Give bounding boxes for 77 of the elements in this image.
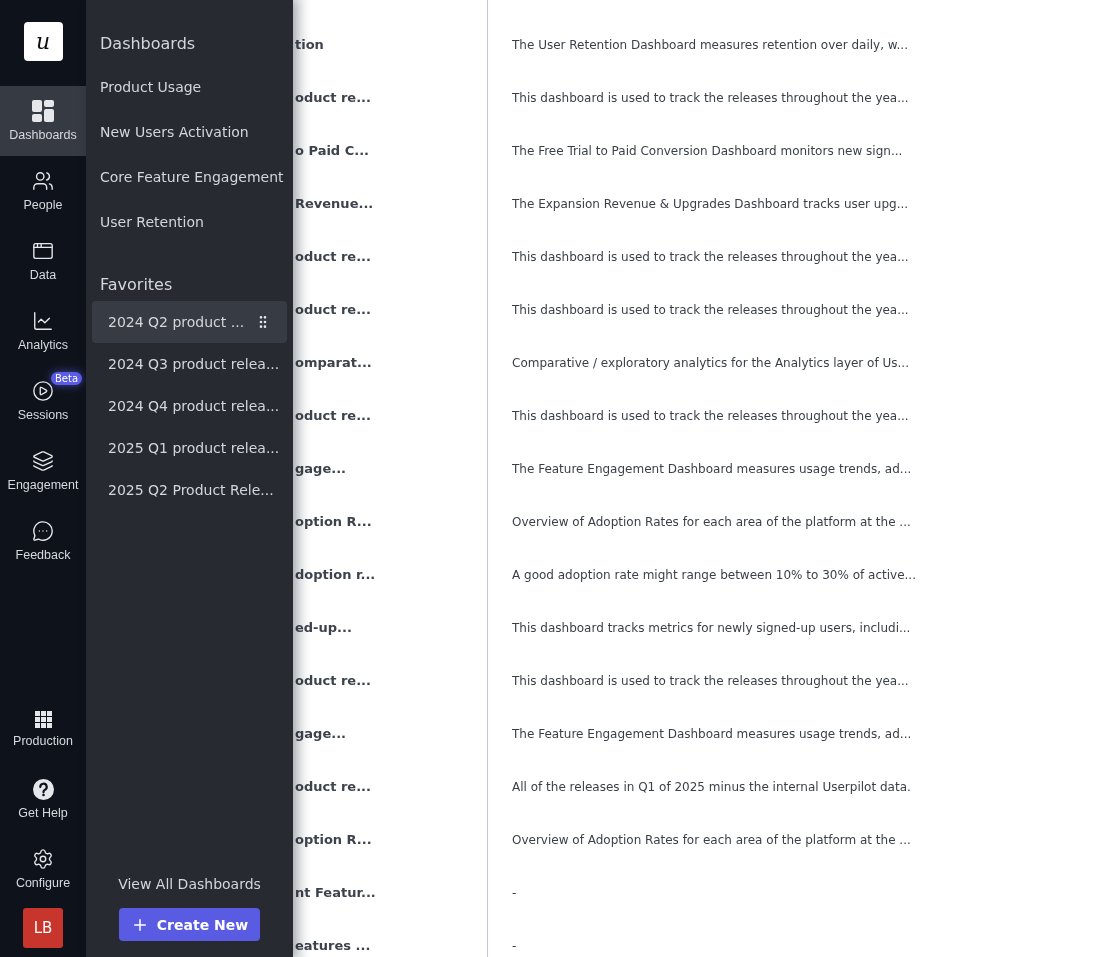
- nav-item[interactable]: Feedback: [0, 506, 86, 576]
- favorite-item[interactable]: 2025 Q1 product relea...: [92, 427, 287, 469]
- nav-item[interactable]: Production: [0, 694, 86, 764]
- table-cell-text: -: [512, 938, 518, 953]
- table-cell-text: tion: [294, 37, 325, 52]
- favorite-title: 2024 Q4 product relea...: [108, 398, 280, 414]
- table-cell-text: gage...: [294, 726, 348, 741]
- nav-item[interactable]: Data: [0, 226, 86, 296]
- table-cell-text: Revenue...: [294, 196, 375, 211]
- favorite-title: 2024 Q2 product ...: [108, 314, 245, 330]
- browser-window-icon: [32, 240, 54, 262]
- table-cell-text: -: [512, 885, 518, 900]
- dashboard-link[interactable]: Product Usage: [92, 65, 287, 110]
- table-cell-text: option R...: [294, 514, 373, 529]
- beta-badge: Beta: [51, 372, 83, 385]
- table-cell-text: oduct re...: [294, 249, 372, 264]
- table-cell-text: All of the releases in Q1 of 2025 minus the internal Userpilot data.: [512, 779, 912, 794]
- settings-icon: [32, 848, 54, 870]
- table-cell-text: option R...: [294, 832, 373, 847]
- line-chart-icon: [32, 310, 54, 332]
- table-cell-text: The Free Trial to Paid Conversion Dashboard monitors new sign...: [512, 143, 904, 158]
- dashboard-link[interactable]: Core Feature Engagement: [92, 155, 287, 200]
- table-cell-text: oduct re...: [294, 779, 372, 794]
- favorite-item[interactable]: 2024 Q3 product relea...: [92, 343, 287, 385]
- favorite-item[interactable]: 2025 Q2 Product Rele...: [92, 469, 287, 511]
- layers-icon: [32, 450, 54, 472]
- nav-item[interactable]: Get Help: [0, 764, 86, 834]
- chat-bubble-icon: [32, 520, 54, 542]
- table-cell-text: gage...: [294, 461, 348, 476]
- dashboard-link[interactable]: User Retention: [92, 200, 287, 245]
- dashboard-link[interactable]: New Users Activation: [92, 110, 287, 155]
- section-heading: Favorites: [100, 275, 174, 294]
- dashboard-icon: [32, 100, 54, 122]
- user-avatar[interactable]: LB: [23, 908, 63, 948]
- table-cell-text: oduct re...: [294, 302, 372, 317]
- logo[interactable]: u: [23, 22, 63, 61]
- nav-item[interactable]: Configure: [0, 834, 86, 904]
- table-cell-text: This dashboard is used to track the releases throughout the yea...: [512, 249, 910, 264]
- favorite-title: 2025 Q2 Product Rele...: [108, 482, 274, 498]
- table-cell-text: oduct re...: [294, 408, 372, 423]
- table-cell-text: eatures ...: [294, 938, 372, 953]
- favorite-title: 2024 Q3 product relea...: [108, 356, 280, 372]
- people-icon: [32, 170, 54, 192]
- play-icon: [32, 380, 54, 402]
- nav-item[interactable]: Analytics: [0, 296, 86, 366]
- view-all-link[interactable]: View All Dashboards: [92, 876, 287, 892]
- table-cell-text: Overview of Adoption Rates for each area of the platform at the ...: [512, 514, 912, 529]
- table-cell-text: The User Retention Dashboard measures retention over daily, w...: [512, 37, 909, 52]
- table-cell-text: o Paid C...: [294, 143, 371, 158]
- table-cell-text: The Feature Engagement Dashboard measures usage trends, ad...: [512, 461, 913, 476]
- table-cell-text: omparat...: [294, 355, 373, 370]
- table-cell-text: A good adoption rate might range between 10% to 30% of active...: [512, 567, 917, 582]
- section-heading: Dashboards: [100, 34, 197, 53]
- favorite-item[interactable]: 2024 Q4 product relea...: [92, 385, 287, 427]
- table-cell-text: doption r...: [294, 567, 377, 582]
- table-cell-text: The Expansion Revenue & Upgrades Dashboard tracks user upg...: [512, 196, 910, 211]
- apps-grid-icon: [34, 710, 52, 728]
- table-cell-text: Comparative / exploratory analytics for the Analytics layer of Us...: [512, 355, 910, 370]
- table-cell-text: This dashboard is used to track the releases throughout the yea...: [512, 408, 910, 423]
- nav-item[interactable]: Dashboards: [0, 86, 86, 156]
- table-cell-text: oduct re...: [294, 673, 372, 688]
- create-new-button[interactable]: Create New: [118, 908, 261, 941]
- table-cell-text: oduct re...: [294, 90, 372, 105]
- help-icon: [32, 778, 54, 800]
- table-cell-text: This dashboard tracks metrics for newly signed-up users, includi...: [512, 620, 912, 635]
- table-cell-text: This dashboard is used to track the releases throughout the yea...: [512, 302, 910, 317]
- table-cell-text: Overview of Adoption Rates for each area of the platform at the ...: [512, 832, 912, 847]
- table-cell-text: This dashboard is used to track the releases throughout the yea...: [512, 673, 910, 688]
- table-cell-text: The Feature Engagement Dashboard measures usage trends, ad...: [512, 726, 913, 741]
- table-cell-text: nt Featur...: [294, 885, 377, 900]
- nav-item[interactable]: Engagement: [0, 436, 86, 506]
- favorite-title: 2025 Q1 product relea...: [108, 440, 280, 456]
- favorite-item[interactable]: 2024 Q2 product ...: [92, 301, 287, 343]
- nav-item[interactable]: Beta Sessions: [0, 366, 86, 436]
- nav-item[interactable]: People: [0, 156, 86, 226]
- table-cell-text: This dashboard is used to track the releases throughout the yea...: [512, 90, 910, 105]
- table-cell-text: ed-up...: [294, 620, 353, 635]
